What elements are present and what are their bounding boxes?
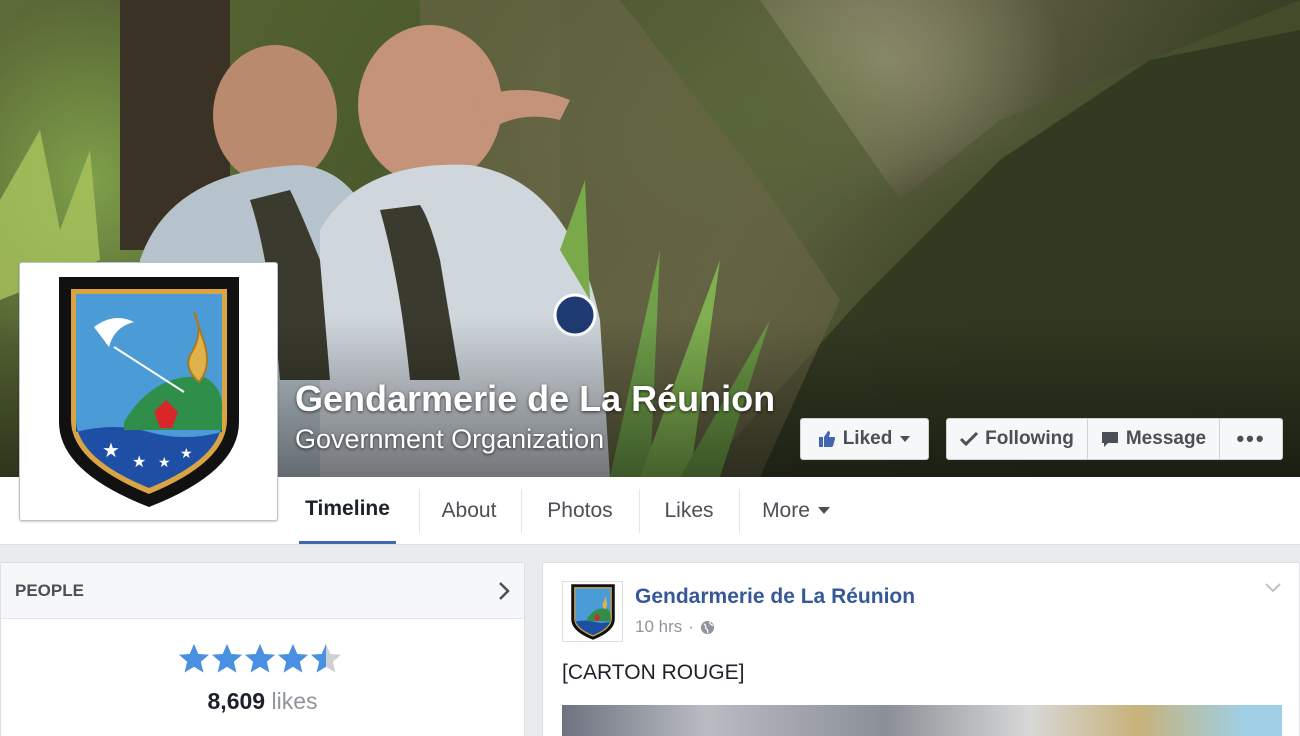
post-author-avatar[interactable] xyxy=(562,581,623,642)
more-options-button[interactable]: ••• xyxy=(1220,419,1282,459)
tab-more[interactable]: More xyxy=(741,477,851,544)
gendarmerie-crest-logo xyxy=(570,583,615,640)
page-category[interactable]: Government Organization xyxy=(295,424,604,455)
following-label: Following xyxy=(985,428,1074,449)
star-icon xyxy=(179,644,209,673)
svg-text:★: ★ xyxy=(158,455,171,471)
nav-divider xyxy=(639,489,640,533)
tab-likes[interactable]: Likes xyxy=(641,477,737,544)
following-button[interactable]: Following xyxy=(947,419,1088,459)
thumbs-up-icon xyxy=(818,431,835,447)
message-icon xyxy=(1101,431,1118,447)
post-timestamp[interactable]: 10 hrs · xyxy=(635,617,715,637)
nav-divider xyxy=(739,489,740,533)
nav-divider xyxy=(521,489,522,533)
checkmark-icon xyxy=(960,432,979,446)
message-label: Message xyxy=(1125,428,1207,449)
svg-text:★: ★ xyxy=(180,446,193,462)
star-rating xyxy=(178,643,342,675)
post-photo[interactable] xyxy=(562,705,1282,736)
tab-about[interactable]: About xyxy=(421,477,517,544)
message-button[interactable]: Message xyxy=(1088,419,1220,459)
svg-text:★: ★ xyxy=(132,452,146,471)
post-author-name[interactable]: Gendarmerie de La Réunion xyxy=(635,585,915,609)
tab-timeline[interactable]: Timeline xyxy=(299,477,396,544)
star-icon xyxy=(245,644,275,673)
post-options-chevron-icon[interactable] xyxy=(1265,583,1281,593)
star-icon xyxy=(278,644,308,673)
caret-down-icon xyxy=(900,436,911,442)
globe-icon[interactable] xyxy=(700,620,715,635)
more-dots-icon: ••• xyxy=(1236,426,1266,451)
post-card: Gendarmerie de La Réunion 10 hrs · [CART… xyxy=(542,562,1300,736)
star-icon xyxy=(311,644,341,673)
gendarmerie-crest-logo: ★ ★ ★ ★ xyxy=(58,276,239,507)
nav-divider xyxy=(419,489,420,533)
tab-photos[interactable]: Photos xyxy=(523,477,637,544)
likes-count: 8,609 xyxy=(207,688,266,714)
people-title: PEOPLE xyxy=(15,580,84,600)
post-time-text: 10 hrs xyxy=(635,617,683,636)
people-header[interactable]: PEOPLE xyxy=(1,563,524,619)
chevron-right-icon[interactable] xyxy=(498,581,510,600)
post-text: [CARTON ROUGE] xyxy=(562,661,745,684)
liked-label: Liked xyxy=(842,428,893,449)
profile-picture[interactable]: ★ ★ ★ ★ xyxy=(19,262,278,521)
caret-down-icon xyxy=(817,507,830,514)
likes-word: likes xyxy=(271,688,318,714)
page-title[interactable]: Gendarmerie de La Réunion xyxy=(295,378,775,420)
svg-text:★: ★ xyxy=(102,438,120,462)
star-icon xyxy=(212,644,242,673)
likes-summary[interactable]: 8,609 likes xyxy=(0,688,525,715)
post-time-separator: · xyxy=(688,617,694,636)
tab-more-label: More xyxy=(762,498,810,522)
page-actions: Following Message ••• xyxy=(946,418,1283,460)
liked-button[interactable]: Liked xyxy=(800,418,929,460)
